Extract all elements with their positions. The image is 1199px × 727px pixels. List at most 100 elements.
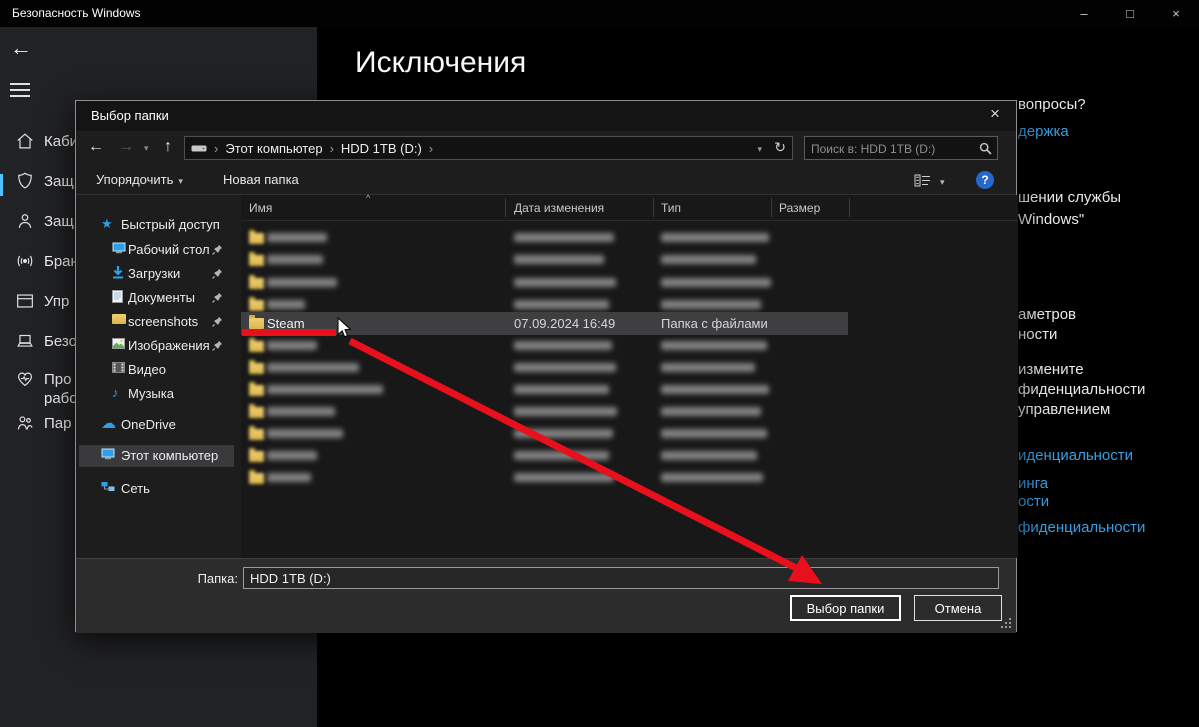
up-button[interactable]: ↑ [164, 138, 172, 156]
menu-icon[interactable] [10, 83, 30, 97]
resize-grip[interactable] [1009, 626, 1011, 628]
folder-icon [249, 448, 264, 462]
file-row-redacted[interactable] [241, 357, 1018, 379]
page-title: Исключения [355, 46, 527, 79]
column-divider[interactable] [653, 198, 654, 217]
star-icon: ★ [101, 216, 113, 231]
chevron-icon[interactable]: › [214, 141, 218, 156]
file-row-redacted[interactable] [241, 445, 1018, 467]
folder-icon [249, 338, 264, 352]
folder-icon [249, 230, 264, 244]
folder-icon [249, 382, 264, 396]
breadcrumb-drive[interactable]: HDD 1TB (D:) [341, 141, 422, 156]
file-row-steam[interactable]: Steam 07.09.2024 16:49 Папка с файлами [241, 312, 848, 335]
pin-icon [212, 268, 223, 279]
heart-pulse-icon [17, 372, 33, 387]
file-row-redacted[interactable] [241, 467, 1018, 489]
privacy-link[interactable]: фиденциальности [1018, 519, 1145, 536]
right-text: ности [1018, 326, 1058, 343]
details-view-icon[interactable] [914, 174, 931, 187]
folder-picker-dialog: Выбор папки × ← → ▾ ↑ › Этот компьютер ›… [75, 100, 1018, 633]
file-row-redacted[interactable] [241, 272, 1018, 294]
column-divider[interactable] [505, 198, 506, 217]
column-header-name[interactable]: Имя [249, 201, 272, 215]
address-bar[interactable]: › Этот компьютер › HDD 1TB (D:) › ▾ ↻ [184, 136, 793, 160]
file-list: ^ Имя Дата изменения Тип Размер Steam 07… [241, 193, 1018, 558]
address-dropdown-icon[interactable]: ▾ [757, 144, 762, 155]
new-folder-button[interactable]: Новая папка [223, 172, 299, 187]
sidebar-item-onedrive[interactable]: ☁ OneDrive [76, 414, 236, 436]
home-icon [17, 133, 33, 149]
forward-button[interactable]: → [118, 138, 134, 156]
column-header-type[interactable]: Тип [661, 201, 681, 215]
downloads-icon [113, 266, 123, 279]
folder-icon [249, 297, 264, 311]
chevron-icon[interactable]: › [330, 141, 334, 156]
organize-button[interactable]: Упорядочить ▾ [96, 172, 183, 187]
sidebar-item-downloads[interactable]: Загрузки [76, 263, 236, 285]
column-divider[interactable] [771, 198, 772, 217]
right-link[interactable]: инга [1018, 475, 1048, 492]
column-divider[interactable] [849, 198, 850, 217]
family-icon [17, 416, 33, 430]
privacy-link[interactable]: иденциальности [1018, 447, 1133, 464]
sidebar-item-music[interactable]: ♪ Музыка [76, 383, 236, 405]
sidebar-item-network[interactable]: Сеть [76, 478, 236, 500]
close-button[interactable]: × [1153, 0, 1199, 27]
desktop-icon [112, 242, 126, 254]
file-row-redacted[interactable] [241, 227, 1018, 249]
file-name: Steam [267, 316, 305, 331]
pin-icon [212, 340, 223, 351]
close-icon[interactable]: × [984, 104, 1006, 124]
folder-icon [249, 404, 264, 418]
sort-ascending-icon: ^ [366, 193, 371, 203]
caret-down-icon: ▾ [178, 176, 183, 186]
chevron-icon[interactable]: › [429, 141, 433, 156]
pin-icon [212, 316, 223, 327]
view-caret-icon[interactable]: ▾ [940, 177, 945, 188]
maximize-button[interactable]: □ [1107, 0, 1153, 27]
sidebar-item-quick-access[interactable]: ★ Быстрый доступ [76, 214, 236, 236]
right-text: аметров [1018, 306, 1077, 323]
back-arrow-icon[interactable]: ← [10, 35, 32, 61]
refresh-icon[interactable]: ↻ [774, 139, 786, 156]
sidebar-item-pictures[interactable]: Изображения [76, 335, 236, 357]
search-icon[interactable] [979, 142, 992, 155]
sidebar-item-desktop[interactable]: Рабочий стол [76, 239, 236, 261]
column-header-size[interactable]: Размер [779, 201, 820, 215]
back-button[interactable]: ← [88, 138, 104, 156]
app-titlebar: Безопасность Windows – □ × [0, 0, 1199, 27]
file-row-redacted[interactable] [241, 335, 1018, 357]
sidebar-item-documents[interactable]: Документы [76, 287, 236, 309]
folder-field-label: Папка: [197, 571, 238, 586]
sidebar-item-screenshots[interactable]: screenshots [76, 311, 236, 333]
breadcrumb-this-pc[interactable]: Этот компьютер [225, 141, 322, 156]
column-header-date[interactable]: Дата изменения [514, 201, 604, 215]
video-icon [112, 362, 125, 373]
right-link[interactable]: ости [1018, 493, 1049, 510]
file-row-redacted[interactable] [241, 249, 1018, 271]
sidebar-item-videos[interactable]: Видео [76, 359, 236, 381]
cancel-button[interactable]: Отмена [914, 595, 1002, 621]
pin-icon [212, 292, 223, 303]
sidebar-item-this-pc[interactable]: Этот компьютер [79, 445, 234, 467]
file-row-redacted[interactable] [241, 379, 1018, 401]
app-title: Безопасность Windows [12, 6, 141, 20]
support-link[interactable]: держка [1018, 123, 1069, 140]
right-text: Windows" [1018, 211, 1085, 228]
folder-name-input[interactable] [243, 567, 999, 589]
search-box [804, 136, 998, 160]
file-row-redacted[interactable] [241, 401, 1018, 423]
select-folder-button[interactable]: Выбор папки [790, 595, 901, 621]
minimize-button[interactable]: – [1061, 0, 1107, 27]
network-icon [101, 482, 115, 491]
help-button[interactable]: ? [976, 171, 994, 189]
onedrive-cloud-icon: ☁ [101, 415, 116, 432]
history-caret-icon[interactable]: ▾ [144, 143, 149, 154]
right-text: фиденциальности [1018, 381, 1146, 398]
app-window-icon [17, 294, 33, 308]
file-row-redacted[interactable] [241, 423, 1018, 445]
folder-icon [249, 360, 264, 374]
document-icon [112, 290, 123, 303]
search-input[interactable] [809, 138, 973, 160]
